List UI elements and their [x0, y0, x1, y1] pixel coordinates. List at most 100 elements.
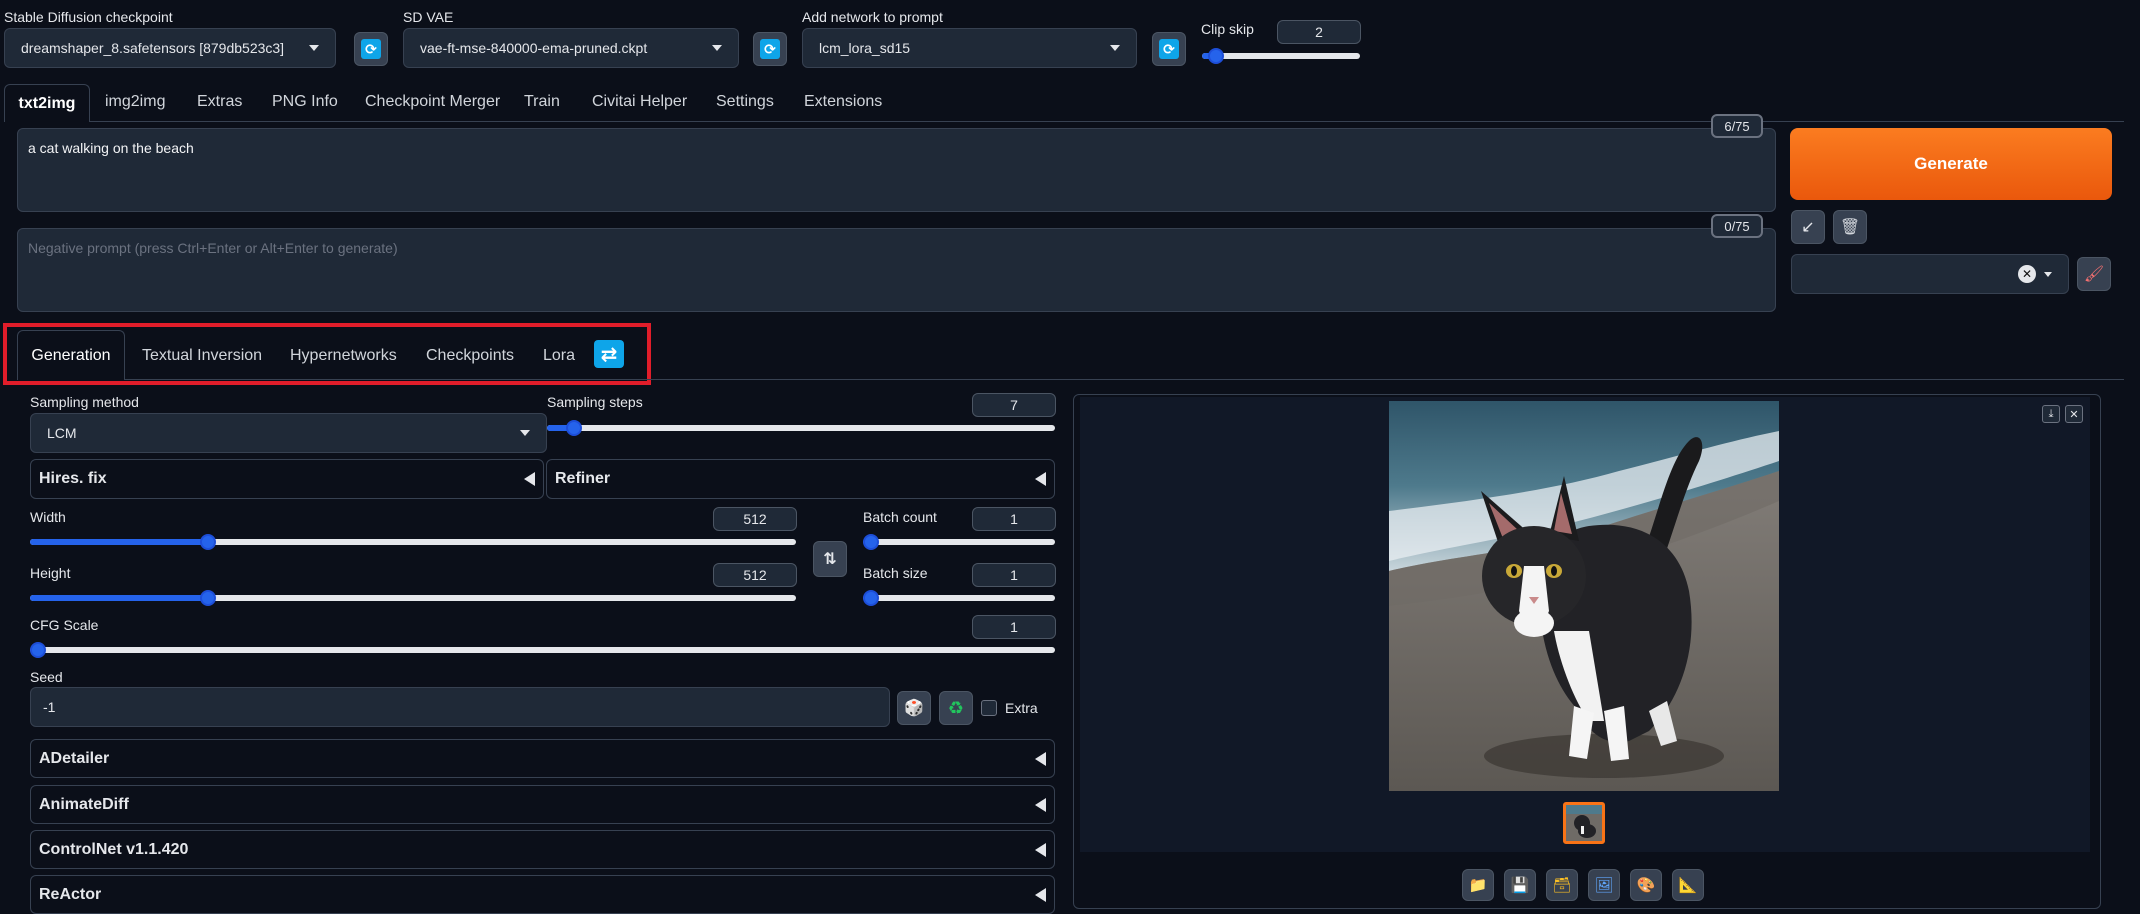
palette-icon: 🎨: [1636, 877, 1656, 894]
tab-train[interactable]: Train: [524, 93, 560, 111]
trash-icon: 🗑: [1839, 219, 1861, 236]
reuse-seed-button[interactable]: ♻: [939, 691, 973, 725]
cat-on-beach-image: [1389, 401, 1779, 791]
chevron-down-icon: [520, 430, 530, 436]
ruler-triangle-icon: 📐: [1678, 877, 1698, 894]
save-icon: 💾: [1510, 877, 1530, 894]
animatediff-accordion[interactable]: AnimateDiff: [30, 785, 1055, 824]
chevron-down-icon: [712, 45, 722, 51]
tab-extras[interactable]: Extras: [197, 93, 242, 111]
hires-fix-accordion[interactable]: Hires. fix: [30, 459, 544, 499]
triangle-left-icon: [1035, 887, 1046, 902]
extra-label: Extra: [1005, 700, 1038, 716]
archive-icon: 🗃: [1552, 877, 1572, 894]
sampling-steps-input[interactable]: 7: [972, 393, 1056, 417]
negative-prompt-textarea[interactable]: Negative prompt (press Ctrl+Enter or Alt…: [17, 228, 1776, 312]
batch-count-input[interactable]: 1: [972, 507, 1056, 531]
sampling-method-label: Sampling method: [30, 394, 139, 410]
generated-image[interactable]: [1389, 401, 1779, 791]
random-seed-button[interactable]: 🎲: [897, 691, 931, 725]
refresh-checkpoint-button[interactable]: ⟳: [354, 32, 388, 66]
controlnet-accordion[interactable]: ControlNet v1.1.420: [30, 830, 1055, 869]
clip-skip-input[interactable]: 2: [1277, 20, 1361, 44]
download-icon: ⤓: [2048, 407, 2054, 420]
cat-thumbnail-image: [1566, 805, 1602, 841]
network-dropdown[interactable]: lcm_lora_sd15: [802, 28, 1137, 68]
refresh-network-button[interactable]: ⟳: [1152, 32, 1186, 66]
tab-generation[interactable]: Generation: [17, 330, 125, 380]
tab-extensions[interactable]: Extensions: [804, 93, 882, 111]
read-params-button[interactable]: ↙: [1791, 210, 1825, 244]
tab-hypernetworks[interactable]: Hypernetworks: [290, 347, 397, 365]
tab-lora[interactable]: Lora: [543, 347, 575, 365]
height-input[interactable]: 512: [713, 563, 797, 587]
vae-dropdown[interactable]: vae-ft-mse-840000-ema-pruned.ckpt: [403, 28, 739, 68]
tab-img2img[interactable]: img2img: [105, 93, 165, 111]
sampling-steps-label: Sampling steps: [547, 394, 643, 410]
edit-styles-button[interactable]: 🖌: [2077, 257, 2111, 291]
brush-icon: 🖌: [2083, 266, 2105, 283]
send-to-img2img-button[interactable]: 🖼: [1588, 869, 1620, 901]
clear-prompt-button[interactable]: 🗑: [1833, 210, 1867, 244]
seed-label: Seed: [30, 669, 63, 685]
network-value: lcm_lora_sd15: [819, 40, 911, 56]
swap-dimensions-button[interactable]: ⇅: [813, 541, 847, 577]
main-tabs: txt2img img2img Extras PNG Info Checkpoi…: [4, 84, 2134, 122]
close-button[interactable]: ✕: [2065, 405, 2083, 423]
refresh-networks-button[interactable]: ⇄: [594, 340, 624, 368]
clear-x-icon[interactable]: ✕: [2018, 265, 2036, 283]
tab-png-info[interactable]: PNG Info: [272, 93, 338, 111]
width-input[interactable]: 512: [713, 507, 797, 531]
save-button[interactable]: 💾: [1504, 869, 1536, 901]
generate-button[interactable]: Generate: [1790, 128, 2112, 200]
download-button[interactable]: ⤓: [2042, 405, 2060, 423]
triangle-left-icon: [524, 472, 535, 486]
tab-settings[interactable]: Settings: [716, 93, 774, 111]
reactor-accordion[interactable]: ReActor: [30, 875, 1055, 914]
refresh-icon: ⟳: [1159, 39, 1179, 59]
tab-txt2img[interactable]: txt2img: [4, 84, 90, 122]
checkpoint-dropdown[interactable]: dreamshaper_8.safetensors [879db523c3]: [4, 28, 336, 68]
gallery-thumbnail[interactable]: [1563, 802, 1605, 844]
refiner-accordion[interactable]: Refiner: [546, 459, 1055, 499]
styles-dropdown[interactable]: ✕: [1791, 254, 2069, 294]
send-to-extras-button[interactable]: 📐: [1672, 869, 1704, 901]
negative-prompt-placeholder: Negative prompt (press Ctrl+Enter or Alt…: [28, 240, 398, 256]
clip-skip-label: Clip skip: [1201, 21, 1254, 37]
tab-textual-inversion[interactable]: Textual Inversion: [142, 347, 262, 365]
seed-input[interactable]: -1: [30, 687, 890, 727]
batch-size-slider[interactable]: [863, 590, 1055, 606]
chevron-down-icon: [2044, 271, 2052, 277]
batch-size-input[interactable]: 1: [972, 563, 1056, 587]
refresh-vae-button[interactable]: ⟳: [753, 32, 787, 66]
folder-icon: 📁: [1468, 877, 1488, 894]
height-slider[interactable]: [30, 590, 796, 606]
triangle-left-icon: [1035, 472, 1046, 486]
width-slider[interactable]: [30, 534, 796, 550]
checkpoint-value: dreamshaper_8.safetensors [879db523c3]: [21, 40, 285, 56]
tab-checkpoints[interactable]: Checkpoints: [426, 347, 514, 365]
adetailer-accordion[interactable]: ADetailer: [30, 739, 1055, 778]
network-label: Add network to prompt: [802, 9, 943, 25]
sampling-steps-slider[interactable]: [547, 420, 1055, 436]
batch-size-label: Batch size: [863, 565, 928, 581]
extra-checkbox[interactable]: [981, 700, 997, 716]
refresh-icon: ⟳: [760, 39, 780, 59]
zip-button[interactable]: 🗃: [1546, 869, 1578, 901]
image-icon: 🖼: [1594, 877, 1614, 894]
open-folder-button[interactable]: 📁: [1462, 869, 1494, 901]
cfg-scale-input[interactable]: 1: [972, 615, 1056, 639]
tab-checkpoint-merger[interactable]: Checkpoint Merger: [365, 93, 500, 111]
prompt-textarea[interactable]: a cat walking on the beach: [17, 128, 1776, 212]
clip-skip-slider[interactable]: [1202, 48, 1360, 64]
sampling-method-dropdown[interactable]: LCM: [30, 413, 547, 453]
send-to-inpaint-button[interactable]: 🎨: [1630, 869, 1662, 901]
triangle-left-icon: [1035, 842, 1046, 857]
close-icon: ✕: [2069, 408, 2079, 421]
triangle-left-icon: [1035, 751, 1046, 766]
triangle-left-icon: [1035, 797, 1046, 812]
swap-vertical-icon: ⇅: [823, 551, 837, 568]
tab-civitai-helper[interactable]: Civitai Helper: [592, 93, 687, 111]
cfg-scale-slider[interactable]: [30, 642, 1055, 658]
batch-count-slider[interactable]: [863, 534, 1055, 550]
